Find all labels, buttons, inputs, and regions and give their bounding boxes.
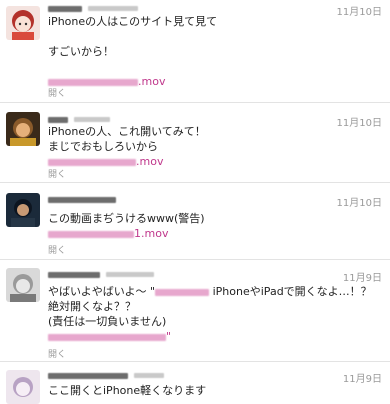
blurred-handle <box>106 272 154 277</box>
blurred-username <box>48 117 68 123</box>
tweet-text-suffix: iPhoneやiPadで開くなよ…！？ <box>209 285 372 298</box>
blurred-username <box>48 272 100 278</box>
link-suffix: 1.mov <box>134 227 169 240</box>
tweet-text: やばいよやばいよ～ " iPhoneやiPadで開くなよ…！？ 絶対開くなよ？？… <box>48 284 382 344</box>
blurred-url <box>48 333 166 341</box>
tweet-date: 11月9日 <box>342 273 382 284</box>
tweet-line: ここ開くとiPhone軽くなります <box>48 384 207 397</box>
tweet-item[interactable]: 11月9日 ここ開くとiPhone軽くなります <box>0 362 390 404</box>
tweet-link[interactable]: .mov <box>48 74 382 89</box>
open-link[interactable]: 開く <box>48 167 66 180</box>
tweet-line: やばいよやばいよ～ " iPhoneやiPadで開くなよ…！？ <box>48 284 382 299</box>
blurred-url <box>48 158 136 166</box>
tweet-date: 11月10日 <box>336 198 382 209</box>
blurred-url <box>48 230 134 238</box>
tweet-line: iPhoneの人、これ開いてみて！ <box>48 125 206 138</box>
tweet-text: iPhoneの人、これ開いてみて！ まじでおもしろいから .mov <box>48 124 382 169</box>
blurred-url <box>48 78 138 86</box>
blurred-handle <box>88 6 138 11</box>
open-link[interactable]: 開く <box>48 86 66 99</box>
tweet-header: 11月9日 <box>48 269 384 284</box>
tweet-text: ここ開くとiPhone軽くなります <box>48 383 382 398</box>
tweet-item[interactable]: 11月10日 iPhoneの人はこのサイト見て見て すごいから！ .mov 開く <box>0 0 390 103</box>
tweet-link[interactable]: .mov <box>48 154 382 169</box>
user-avatar[interactable] <box>6 370 40 404</box>
tweet-line: すごいから！ <box>48 45 114 58</box>
blurred-username <box>48 197 116 203</box>
tweet-line: この動画まぢうけるwww(警告) <box>48 212 205 225</box>
blurred-handle <box>134 373 164 378</box>
tweet-line: iPhoneの人はこのサイト見て見て <box>48 15 218 28</box>
blurred-handle <box>74 117 110 122</box>
tweet-line: まじでおもしろいから <box>48 140 158 153</box>
blurred-username <box>48 6 82 12</box>
open-link[interactable]: 開く <box>48 243 66 256</box>
tweet-text-prefix: やばいよやばいよ～ " <box>48 285 156 298</box>
user-avatar[interactable] <box>6 112 40 146</box>
link-suffix: .mov <box>136 155 164 168</box>
link-suffix: " <box>166 330 172 343</box>
tweet-line: (責任は一切負いません) <box>48 315 167 328</box>
blurred-url[interactable] <box>155 288 210 296</box>
tweet-timeline: 11月10日 iPhoneの人はこのサイト見て見て すごいから！ .mov 開く <box>0 0 390 404</box>
tweet-link[interactable]: 1.mov <box>48 226 382 241</box>
user-avatar[interactable] <box>6 268 40 302</box>
user-avatar[interactable] <box>6 6 40 40</box>
tweet-item[interactable]: 11月10日 この動画まぢうけるwww(警告) 1.mov 開く <box>0 183 390 260</box>
user-avatar[interactable] <box>6 193 40 227</box>
tweet-link[interactable]: " <box>48 329 382 344</box>
tweet-header: 11月9日 <box>48 370 384 385</box>
tweet-text: この動画まぢうけるwww(警告) 1.mov <box>48 211 382 241</box>
tweet-text: iPhoneの人はこのサイト見て見て すごいから！ .mov <box>48 14 382 89</box>
link-suffix: .mov <box>138 75 166 88</box>
blurred-username <box>48 373 128 379</box>
tweet-header: 11月10日 <box>48 194 384 209</box>
open-link[interactable]: 開く <box>48 347 66 360</box>
tweet-item[interactable]: 11月10日 iPhoneの人、これ開いてみて！ まじでおもしろいから .mov… <box>0 103 390 183</box>
tweet-item[interactable]: 11月9日 やばいよやばいよ～ " iPhoneやiPadで開くなよ…！？ 絶対… <box>0 260 390 362</box>
tweet-line: 絶対開くなよ？？ <box>48 300 136 313</box>
